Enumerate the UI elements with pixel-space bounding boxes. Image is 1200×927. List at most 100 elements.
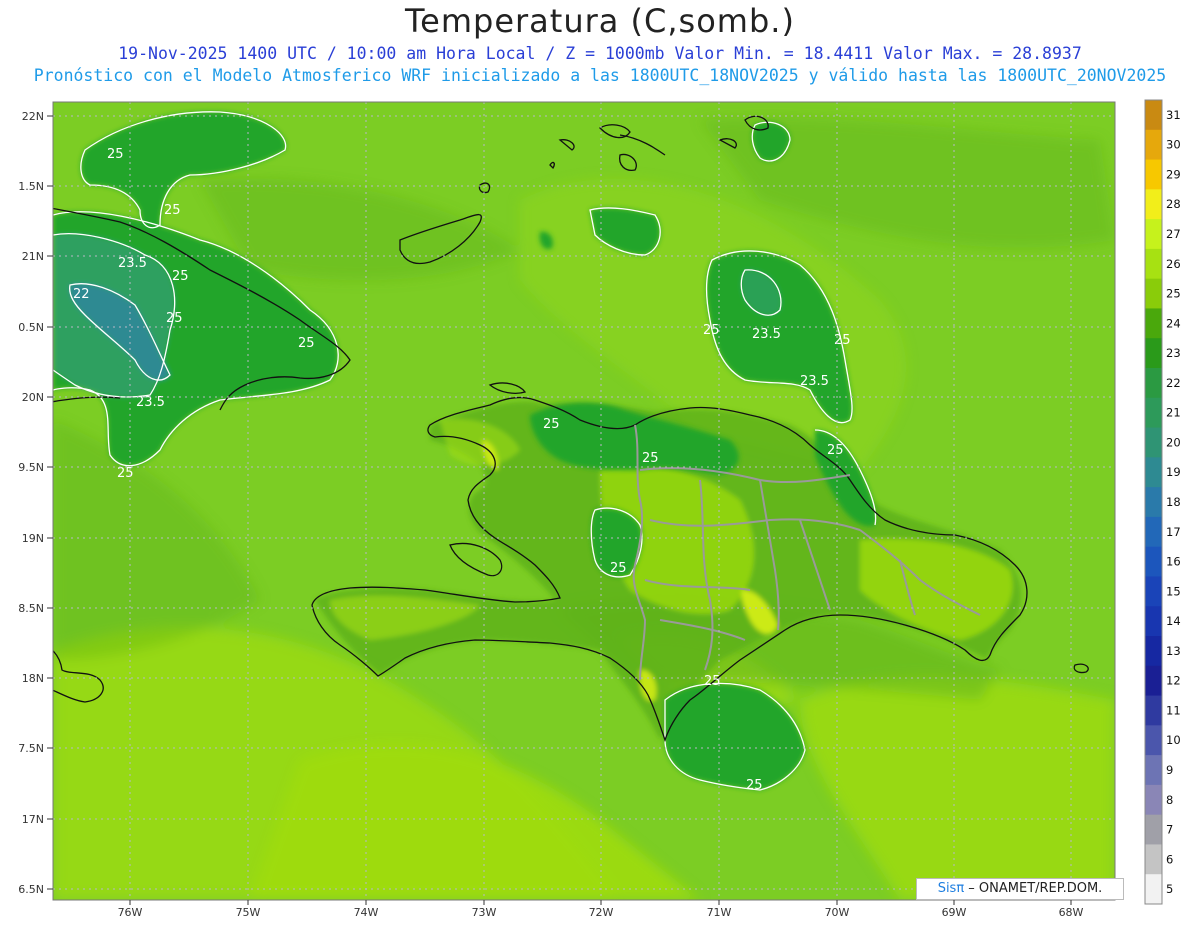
colorbar-swatch bbox=[1145, 487, 1162, 518]
colorbar-swatch bbox=[1145, 457, 1162, 488]
longitude-tick-label: 69W bbox=[942, 906, 967, 919]
colorbar-label: 23 bbox=[1166, 346, 1181, 360]
colorbar-label: 19 bbox=[1166, 465, 1181, 479]
latitude-tick-label: 9.5N bbox=[18, 461, 44, 474]
colorbar-swatch bbox=[1145, 248, 1162, 280]
colorbar-label: 20 bbox=[1166, 435, 1181, 449]
colorbar-label: 8 bbox=[1166, 793, 1173, 807]
colorbar-label: 7 bbox=[1166, 823, 1173, 837]
colorbar-swatch bbox=[1145, 368, 1162, 399]
colorbar-swatch bbox=[1145, 427, 1162, 458]
contour-label: 25 bbox=[827, 443, 844, 458]
colorbar-swatch bbox=[1145, 189, 1162, 220]
latitude-tick-label: 22N bbox=[22, 110, 44, 123]
latitude-tick-label: 6.5N bbox=[18, 883, 44, 896]
colorbar-label: 22 bbox=[1166, 376, 1181, 390]
colorbar-swatch bbox=[1145, 546, 1162, 577]
longitude-tick-label: 73W bbox=[472, 906, 497, 919]
contour-label: 25 bbox=[117, 466, 134, 481]
colorbar-swatch bbox=[1145, 576, 1162, 607]
credit-box: Sisπ – ONAMET/REP.DOM. bbox=[916, 878, 1124, 900]
colorbar-swatch bbox=[1145, 308, 1162, 339]
contour-label: 25 bbox=[543, 417, 560, 432]
temperature-map: 25 25 23.5 25 22 25 25 23.5 25 25 25 25 … bbox=[18, 99, 1181, 919]
colorbar-swatch bbox=[1145, 725, 1162, 756]
contour-label: 25 bbox=[298, 336, 315, 351]
contour-label: 25 bbox=[834, 333, 851, 348]
longitude-tick-label: 72W bbox=[589, 906, 614, 919]
colorbar-label: 17 bbox=[1166, 525, 1181, 539]
colorbar-label: 26 bbox=[1166, 257, 1181, 271]
colorbar-label: 24 bbox=[1166, 316, 1181, 330]
colorbar-label: 14 bbox=[1166, 614, 1181, 628]
colorbar-swatch bbox=[1145, 159, 1162, 190]
colorbar-swatch bbox=[1145, 636, 1162, 667]
contour-label: 25 bbox=[703, 323, 720, 338]
latitude-tick-label: 1.5N bbox=[18, 180, 44, 193]
colorbar: 31 30 29 28 27 26 25 24 23 22 21 20 19 18 17 16 15 14 13 12… bbox=[1144, 99, 1181, 905]
colorbar-label: 30 bbox=[1166, 138, 1181, 152]
longitude-tick-label: 74W bbox=[354, 906, 379, 919]
colorbar-swatch bbox=[1145, 516, 1162, 548]
colorbar-swatch bbox=[1145, 874, 1162, 905]
contour-label: 25 bbox=[642, 451, 659, 466]
colorbar-label: 12 bbox=[1166, 674, 1181, 688]
colorbar-swatch bbox=[1145, 129, 1162, 161]
longitude-tick-label: 70W bbox=[825, 906, 850, 919]
longitude-tick-label: 68W bbox=[1059, 906, 1084, 919]
latitude-tick-label: 19N bbox=[22, 532, 44, 545]
longitude-tick-label: 71W bbox=[707, 906, 732, 919]
contour-label: 25 bbox=[166, 311, 183, 326]
latitude-tick-label: 17N bbox=[22, 813, 44, 826]
colorbar-label: 11 bbox=[1166, 703, 1181, 717]
contour-label: 25 bbox=[610, 561, 627, 576]
contour-label: 25 bbox=[164, 203, 181, 218]
colorbar-label: 15 bbox=[1166, 584, 1181, 598]
colorbar-swatch bbox=[1145, 665, 1162, 697]
colorbar-swatch bbox=[1145, 814, 1162, 845]
contour-label: 25 bbox=[107, 147, 124, 162]
colorbar-label: 9 bbox=[1166, 763, 1173, 777]
colorbar-swatch bbox=[1145, 397, 1162, 429]
colorbar-swatch bbox=[1145, 606, 1162, 637]
colorbar-swatch bbox=[1145, 219, 1162, 250]
latitude-tick-label: 20N bbox=[22, 391, 44, 404]
colorbar-swatch bbox=[1145, 695, 1162, 726]
credit-brand: Sisπ bbox=[937, 881, 965, 896]
colorbar-label: 10 bbox=[1166, 733, 1181, 747]
colorbar-label: 27 bbox=[1166, 227, 1181, 241]
colorbar-label: 21 bbox=[1166, 406, 1181, 420]
latitude-tick-label: 21N bbox=[22, 250, 44, 263]
shaded-field: 25 25 23.5 25 22 25 25 23.5 25 25 25 25 … bbox=[53, 102, 1115, 900]
colorbar-label: 31 bbox=[1166, 108, 1181, 122]
credit-text: – ONAMET/REP.DOM. bbox=[964, 881, 1103, 896]
colorbar-label: 29 bbox=[1166, 167, 1181, 181]
contour-label: 25 bbox=[746, 778, 763, 793]
colorbar-swatch bbox=[1145, 755, 1162, 786]
latitude-tick-label: 18N bbox=[22, 672, 44, 685]
colorbar-label: 13 bbox=[1166, 644, 1181, 658]
longitude-tick-label: 76W bbox=[118, 906, 143, 919]
latitude-tick-label: 8.5N bbox=[18, 602, 44, 615]
contour-label: 25 bbox=[172, 269, 189, 284]
latitude-tick-label: 7.5N bbox=[18, 742, 44, 755]
colorbar-swatch bbox=[1145, 338, 1162, 369]
longitude-axis: 76W 75W 74W 73W 72W 71W 70W 69W 68W bbox=[118, 900, 1084, 919]
colorbar-label: 6 bbox=[1166, 852, 1173, 866]
colorbar-swatch bbox=[1145, 844, 1162, 875]
latitude-axis: 22N 1.5N 21N 0.5N 20N 9.5N 19N 8.5N 18N 7.5N 17N 6.… bbox=[18, 110, 53, 896]
contour-label: 22 bbox=[73, 287, 90, 302]
colorbar-label: 5 bbox=[1166, 882, 1173, 896]
contour-label: 23.5 bbox=[752, 327, 781, 342]
colorbar-label: 16 bbox=[1166, 555, 1181, 569]
colorbar-label: 28 bbox=[1166, 197, 1181, 211]
colorbar-swatch bbox=[1145, 278, 1162, 309]
latitude-tick-label: 0.5N bbox=[18, 321, 44, 334]
colorbar-label: 25 bbox=[1166, 287, 1181, 301]
colorbar-swatch bbox=[1145, 100, 1162, 131]
colorbar-swatch bbox=[1145, 784, 1162, 816]
longitude-tick-label: 75W bbox=[236, 906, 261, 919]
contour-label: 23.5 bbox=[800, 374, 829, 389]
contour-label: 25 bbox=[704, 674, 721, 689]
contour-label: 23.5 bbox=[118, 256, 147, 271]
